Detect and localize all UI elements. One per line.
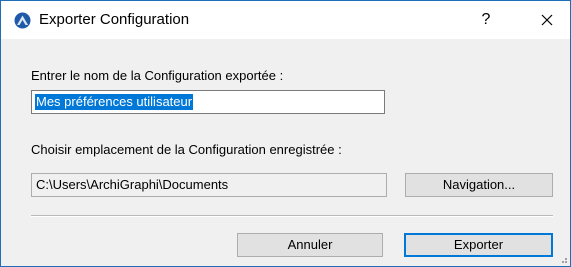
- export-button[interactable]: Exporter: [404, 233, 553, 257]
- close-icon: [541, 14, 553, 26]
- name-label: Entrer le nom de la Configuration export…: [31, 68, 284, 83]
- resize-grip-icon[interactable]: [558, 254, 568, 264]
- navigation-button[interactable]: Navigation...: [405, 173, 553, 197]
- dialog-title: Exporter Configuration: [39, 11, 190, 28]
- help-button[interactable]: ?: [471, 7, 501, 33]
- archicad-app-icon: [14, 12, 31, 29]
- title-bar[interactable]: Exporter Configuration ?: [1, 1, 570, 39]
- close-button[interactable]: [529, 7, 565, 33]
- export-configuration-dialog: Exporter Configuration ? Entrer le nom d…: [0, 0, 571, 267]
- dialog-body: Entrer le nom de la Configuration export…: [1, 39, 570, 266]
- configuration-name-value: Mes préférences utilisateur: [35, 94, 194, 110]
- cancel-button[interactable]: Annuler: [237, 233, 383, 257]
- separator: [31, 215, 553, 217]
- configuration-name-input[interactable]: Mes préférences utilisateur: [31, 90, 385, 114]
- location-path-field: C:\Users\ArchiGraphi\Documents: [31, 173, 387, 197]
- location-label: Choisir emplacement de la Configuration …: [31, 142, 342, 157]
- location-path-value: C:\Users\ArchiGraphi\Documents: [36, 177, 229, 192]
